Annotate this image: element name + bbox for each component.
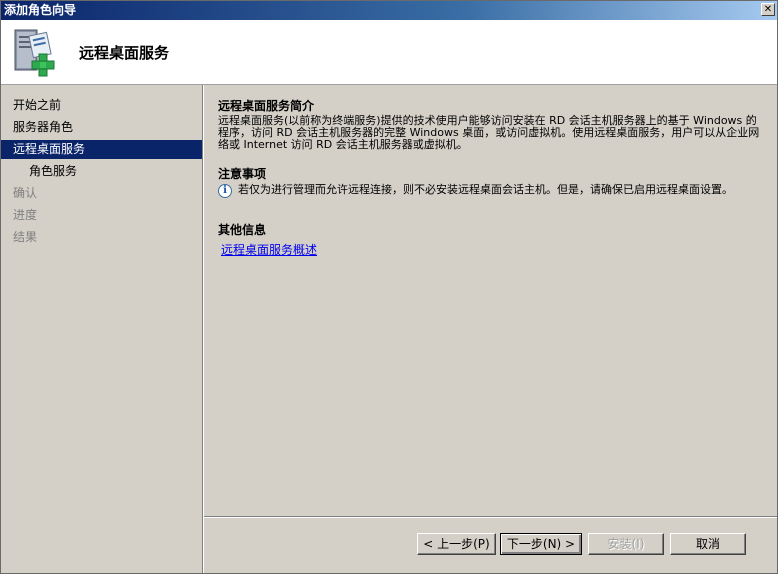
- install-button: 安装(I): [588, 533, 664, 555]
- note-text: 若仅为进行管理而允许远程连接，则不必安装远程桌面会话主机。但是，请确保已启用远程…: [238, 183, 733, 196]
- next-button[interactable]: 下一步(N) >: [500, 533, 582, 555]
- close-button[interactable]: ✕: [761, 3, 775, 16]
- wizard-steps-sidebar: 开始之前 服务器角色 远程桌面服务 角色服务 确认 进度 结果: [1, 85, 203, 573]
- wizard-header: 远程桌面服务: [1, 20, 777, 85]
- sidebar-divider: [203, 85, 204, 573]
- step-results: 结果: [13, 230, 38, 244]
- step-server-roles[interactable]: 服务器角色: [1, 118, 202, 137]
- close-icon: ✕: [763, 4, 773, 15]
- rds-overview-link[interactable]: 远程桌面服务概述: [221, 241, 317, 258]
- intro-paragraph: 远程桌面服务(以前称为终端服务)提供的技术使用户能够访问安装在 RD 会话主机服…: [218, 114, 760, 151]
- window-title: 添加角色向导: [4, 3, 77, 17]
- page-title: 远程桌面服务: [79, 44, 170, 62]
- step-role-services[interactable]: 角色服务: [1, 162, 202, 181]
- notes-heading: 注意事项: [218, 167, 267, 181]
- step-before-you-begin[interactable]: 开始之前: [1, 96, 202, 115]
- step-remote-desktop-services[interactable]: 远程桌面服务: [1, 140, 202, 159]
- step-confirmation: 确认: [13, 186, 38, 200]
- cancel-button[interactable]: 取消: [670, 533, 746, 555]
- info-icon: i: [218, 184, 232, 198]
- step-progress: 进度: [13, 208, 38, 222]
- add-roles-wizard-window: 添加角色向导 ✕ 远程桌面服务 开始之前 服务器角色 远程桌面服务 角色服务 确…: [0, 0, 778, 574]
- intro-heading: 远程桌面服务简介: [218, 99, 315, 113]
- footer-separator-highlight: [204, 517, 777, 518]
- back-button[interactable]: < 上一步(P): [417, 533, 496, 555]
- server-roles-add-icon: [14, 29, 55, 77]
- more-info-heading: 其他信息: [218, 223, 267, 237]
- title-bar[interactable]: 添加角色向导 ✕: [1, 1, 777, 20]
